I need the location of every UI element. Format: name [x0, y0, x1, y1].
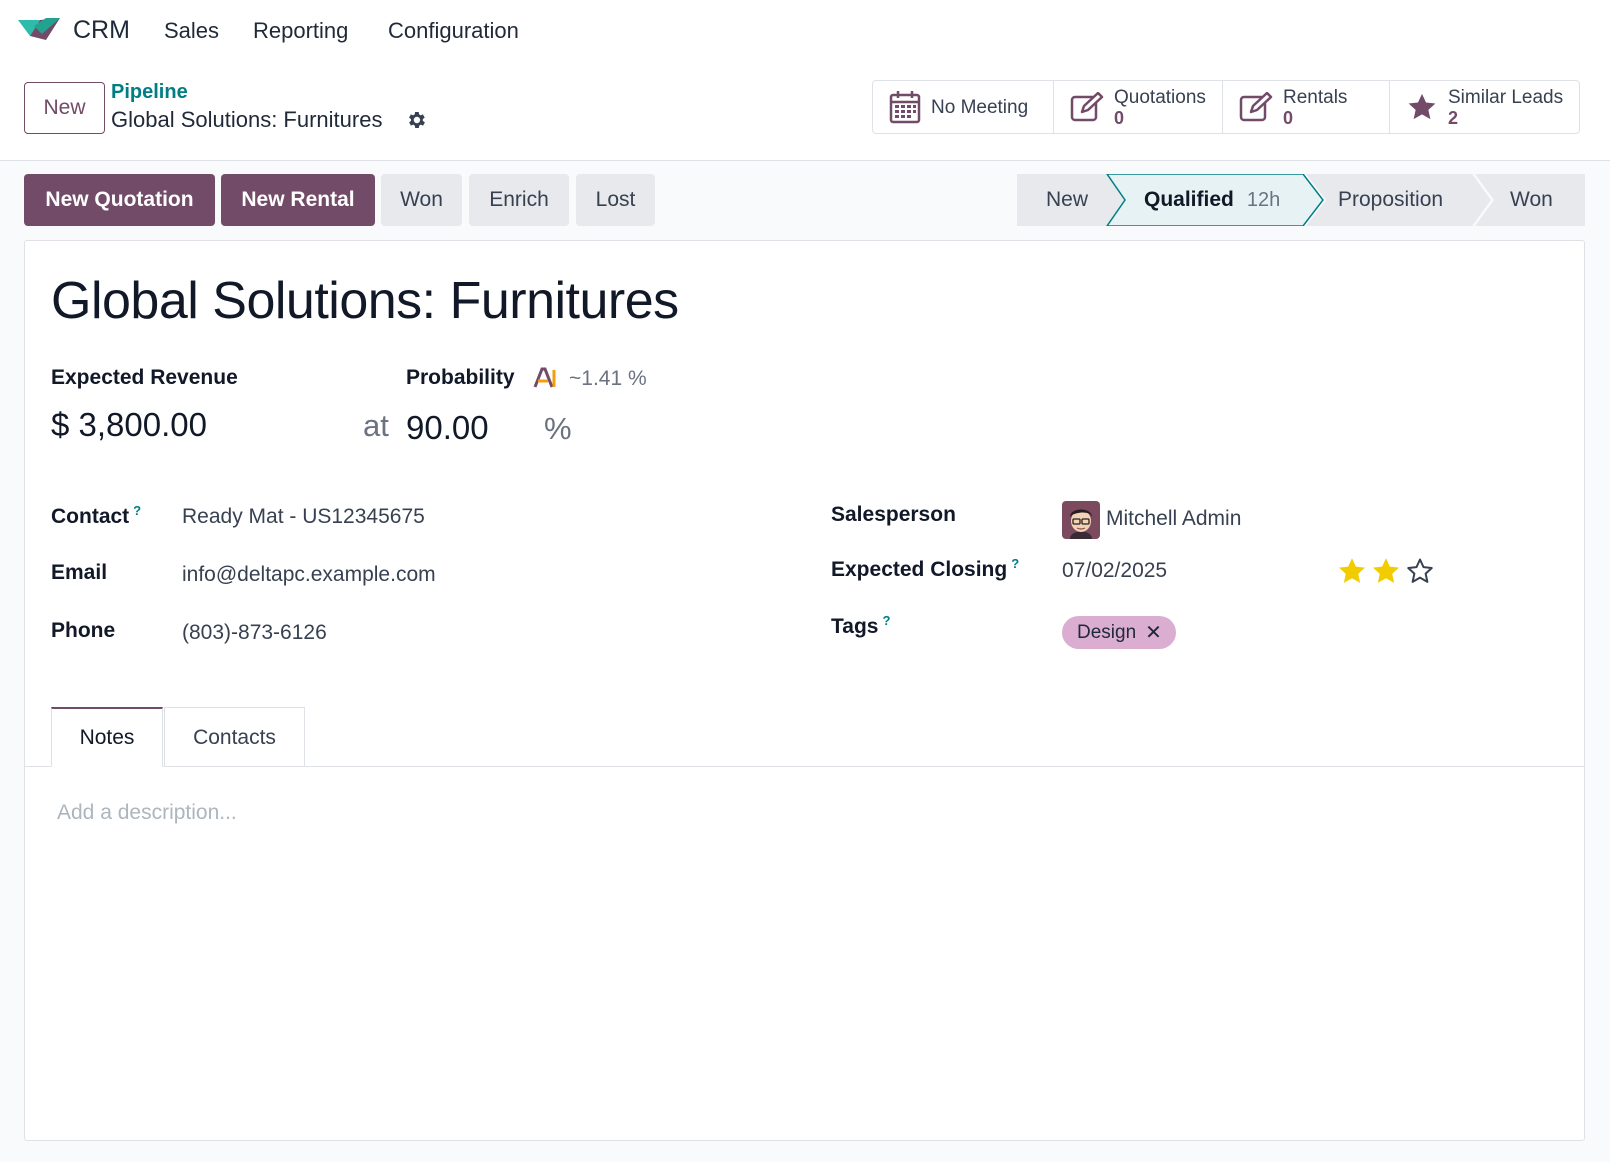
probability-input[interactable]: 90.00: [406, 409, 489, 447]
control-panel: New Pipeline Global Solutions: Furniture…: [0, 62, 1610, 161]
phone-label: Phone: [51, 619, 116, 642]
similar-leads-label: Similar Leads: [1448, 86, 1564, 108]
won-button[interactable]: Won: [381, 174, 462, 226]
gear-icon[interactable]: [405, 109, 427, 131]
new-quotation-button[interactable]: New Quotation: [24, 174, 215, 226]
ai-probability[interactable]: ~1.41 %: [569, 367, 647, 391]
at-label: at: [363, 408, 389, 443]
lead-title[interactable]: Global Solutions: Furnitures: [51, 271, 679, 331]
phone-field[interactable]: (803)-873-6126: [182, 621, 327, 645]
star-empty-icon[interactable]: [1405, 556, 1435, 586]
star-filled-icon[interactable]: [1371, 556, 1401, 586]
salesperson-field[interactable]: Mitchell Admin: [1106, 507, 1241, 531]
tab-notes[interactable]: Notes: [51, 707, 163, 767]
expected-closing-label-text: Expected Closing: [831, 558, 1008, 581]
percent-sign: %: [544, 411, 572, 446]
breadcrumb-current: Global Solutions: Furnitures: [111, 107, 383, 132]
crm-logo-icon[interactable]: [16, 14, 62, 46]
probability-label: Probability: [406, 366, 515, 389]
new-record-button[interactable]: New: [24, 82, 105, 134]
new-rental-button[interactable]: New Rental: [221, 174, 375, 226]
stage-qualified-label: Qualified: [1144, 188, 1234, 211]
contact-help-icon[interactable]: ?: [133, 503, 141, 518]
contact-label: Contact?: [51, 503, 141, 529]
tab-contacts[interactable]: Contacts: [164, 707, 305, 767]
edit-icon: [1239, 92, 1273, 122]
ai-icon[interactable]: [533, 367, 557, 389]
expected-revenue-label: Expected Revenue: [51, 366, 238, 389]
similar-leads-smart-button[interactable]: Similar Leads 2: [1390, 81, 1579, 133]
lost-button[interactable]: Lost: [576, 174, 655, 226]
expected-closing-field[interactable]: 07/02/2025: [1062, 559, 1167, 583]
priority-stars: [1337, 556, 1435, 586]
quotations-count: 0: [1114, 107, 1125, 128]
tags-help-icon[interactable]: ?: [882, 613, 890, 628]
similar-leads-count: 2: [1448, 107, 1459, 128]
expected-closing-label: Expected Closing?: [831, 556, 1019, 582]
email-field[interactable]: info@deltapc.example.com: [182, 563, 436, 587]
enrich-button[interactable]: Enrich: [469, 174, 569, 226]
stage-qualified[interactable]: Qualified 12h: [1144, 174, 1280, 226]
avatar: [1062, 501, 1100, 539]
stage-duration: 12h: [1246, 188, 1281, 211]
salesperson-label: Salesperson: [831, 503, 956, 526]
contact-field[interactable]: Ready Mat - US12345675: [182, 505, 425, 529]
star-filled-icon[interactable]: [1337, 556, 1367, 586]
stage-won[interactable]: Won: [1510, 174, 1553, 226]
menu-configuration[interactable]: Configuration: [388, 18, 519, 44]
meeting-label: No Meeting: [931, 96, 1029, 118]
tag-badge[interactable]: Design ✕: [1062, 616, 1176, 649]
stage-arrows: [1017, 174, 1585, 226]
quotations-label: Quotations: [1114, 86, 1206, 108]
expected-revenue-input[interactable]: $ 3,800.00: [51, 406, 207, 444]
rentals-count: 0: [1283, 107, 1294, 128]
description-editor[interactable]: Add a description...: [57, 801, 1557, 1101]
form-sheet: Global Solutions: Furnitures Expected Re…: [24, 240, 1585, 1141]
close-icon[interactable]: ✕: [1145, 620, 1162, 645]
quotations-smart-button[interactable]: Quotations 0: [1054, 81, 1223, 133]
menu-sales[interactable]: Sales: [164, 18, 219, 44]
smart-buttons: No Meeting Quotations 0 Rentals 0 Simila…: [872, 80, 1580, 134]
rentals-label: Rentals: [1283, 86, 1348, 108]
rentals-smart-button[interactable]: Rentals 0: [1223, 81, 1390, 133]
star-icon: [1408, 93, 1436, 120]
email-label: Email: [51, 561, 108, 584]
meeting-smart-button[interactable]: No Meeting: [873, 81, 1054, 133]
tag-label: Design: [1077, 621, 1137, 643]
breadcrumb-pipeline[interactable]: Pipeline: [111, 81, 188, 104]
edit-icon: [1070, 92, 1104, 122]
app-name[interactable]: CRM: [73, 16, 130, 45]
top-navbar: CRM Sales Reporting Configuration: [0, 0, 1610, 62]
closing-help-icon[interactable]: ?: [1011, 556, 1019, 571]
stage-statusbar: New Qualified 12h Proposition Won: [1017, 174, 1585, 226]
stage-new[interactable]: New: [1046, 174, 1088, 226]
stage-proposition[interactable]: Proposition: [1338, 174, 1443, 226]
contact-label-text: Contact: [51, 505, 130, 528]
tags-label: Tags?: [831, 613, 890, 639]
tags-label-text: Tags: [831, 615, 879, 638]
menu-reporting[interactable]: Reporting: [253, 18, 348, 44]
calendar-icon: [889, 91, 921, 124]
